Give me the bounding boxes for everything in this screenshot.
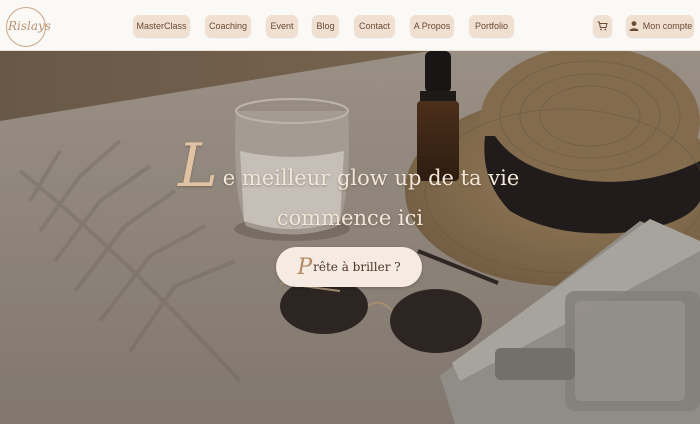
headline-line-1-text: e meilleur glow up de ta vie (222, 166, 520, 190)
brand-logo[interactable]: Rislays (4, 5, 51, 47)
nav-label: A Propos (413, 21, 451, 31)
logo-text: Rislays (8, 19, 51, 33)
nav-label: Contact (358, 21, 391, 31)
nav-item-event[interactable]: Event (266, 15, 298, 37)
cart-icon (597, 21, 608, 31)
cta-button[interactable]: P rête à briller ? (276, 247, 422, 287)
nav-item-contact[interactable]: Contact (354, 15, 395, 37)
nav-item-a-propos[interactable]: A Propos (410, 15, 454, 37)
account-label: Mon compte (642, 21, 693, 31)
nav-item-masterclass[interactable]: MasterClass (133, 15, 190, 37)
cta-initial: P (297, 254, 313, 280)
hero-background-photo (0, 51, 700, 424)
cart-button[interactable] (593, 15, 612, 37)
nav-label: Portfolio (474, 21, 509, 31)
nav-item-blog[interactable]: Blog (312, 15, 339, 37)
nav-item-portfolio[interactable]: Portfolio (469, 15, 514, 37)
headline-line-2: commence ici (276, 206, 424, 230)
account-button[interactable]: Mon compte (626, 15, 694, 37)
nav-label: Blog (316, 21, 335, 31)
cta-label: rête à briller ? (313, 260, 401, 274)
nav-label: Coaching (208, 21, 248, 31)
nav-label: MasterClass (136, 21, 187, 31)
nav-item-coaching[interactable]: Coaching (205, 15, 251, 37)
hero-banner: L e meilleur glow up de ta vie commence … (0, 51, 700, 424)
site-header: Rislays MasterClass Coaching Event Blog … (0, 0, 700, 51)
nav-label: Event (270, 21, 294, 31)
headline-line-1: e meilleur glow up de ta vie (0, 166, 700, 190)
user-icon (629, 21, 639, 31)
